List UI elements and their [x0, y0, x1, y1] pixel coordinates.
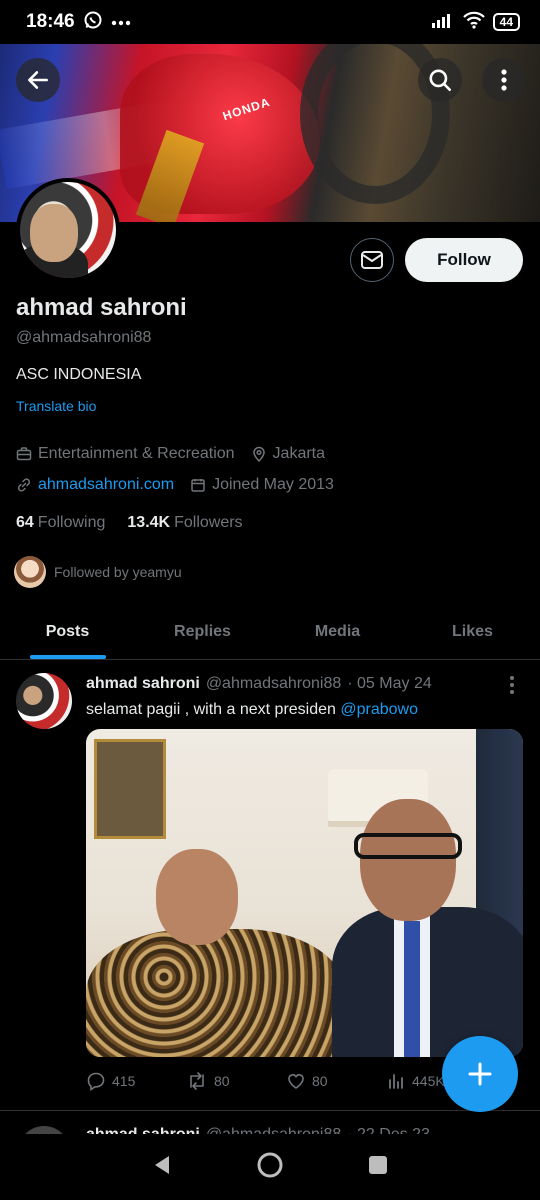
translate-bio-link[interactable]: Translate bio: [16, 398, 96, 414]
circle-home-icon: [257, 1152, 283, 1177]
avatar-face: [30, 204, 78, 262]
reply-count: 415: [112, 1073, 136, 1089]
message-button[interactable]: [350, 238, 394, 282]
location-item: Jakarta: [251, 445, 325, 463]
profile-name: ahmad sahroni: [16, 294, 187, 321]
tab-media[interactable]: Media: [270, 604, 405, 659]
profile-tabs: Posts Replies Media Likes: [0, 604, 540, 660]
person-left-batik: [86, 929, 346, 1057]
profile-bio: ASC INDONESIA: [16, 366, 142, 383]
wifi-icon: [462, 11, 485, 34]
search-icon: [429, 69, 452, 92]
post-mention-link[interactable]: @prabowo: [340, 701, 418, 718]
photo-wall-frame: [94, 739, 166, 839]
category-label: Entertainment & Recreation: [38, 445, 235, 462]
repost-button[interactable]: 80: [186, 1071, 286, 1091]
person-left-head: [156, 849, 238, 945]
tab-likes[interactable]: Likes: [405, 604, 540, 659]
followers-count: 13.4K: [127, 514, 171, 531]
like-button[interactable]: 80: [286, 1071, 386, 1091]
location-pin-icon: [252, 446, 265, 462]
reply-icon: [87, 1072, 105, 1091]
search-button[interactable]: [418, 58, 462, 102]
battery-indicator: 44: [492, 13, 520, 31]
more-notifications-icon: [111, 13, 131, 31]
post-more-button[interactable]: [504, 675, 520, 695]
views-bar-chart-icon: [389, 1074, 403, 1089]
website-link[interactable]: ahmadsahroni.com: [38, 476, 174, 494]
post-author-avatar[interactable]: [16, 673, 72, 729]
following-label: Following: [37, 514, 106, 531]
follow-button[interactable]: Follow: [405, 238, 523, 282]
followed-by[interactable]: Followed by yeamyu: [14, 556, 182, 588]
joined-item: Joined May 2013: [190, 476, 334, 494]
signal-icon: [431, 12, 455, 33]
link-icon: [17, 478, 31, 492]
location-label: Jakarta: [272, 445, 326, 462]
following-count: 64: [16, 514, 34, 531]
reply-button[interactable]: 415: [86, 1071, 186, 1091]
tab-replies[interactable]: Replies: [135, 604, 270, 659]
post-header: ahmad sahroni @ahmadsahroni88 · 05 May 2…: [86, 675, 432, 693]
joined-label: Joined May 2013: [212, 476, 334, 493]
person-right-head: [360, 799, 456, 921]
follower-avatar: [14, 556, 46, 588]
heart-icon: [288, 1074, 304, 1089]
category-item: Entertainment & Recreation: [16, 445, 235, 463]
photo-person-left: [86, 849, 356, 1057]
post-text-body: selamat pagii , with a next presiden: [86, 701, 341, 718]
post-author-name[interactable]: ahmad sahroni: [86, 675, 200, 693]
nav-back-button[interactable]: [151, 1154, 173, 1181]
nav-recents-button[interactable]: [367, 1154, 389, 1181]
plus-icon: [468, 1062, 492, 1086]
person-right-glasses: [354, 833, 462, 859]
whatsapp-icon: [83, 10, 103, 35]
website-item[interactable]: ahmadsahroni.com: [16, 476, 174, 494]
status-time: 18:46: [26, 11, 75, 32]
profile-meta-row-2: ahmadsahroni.com Joined May 2013: [16, 476, 344, 494]
followers-label: Followers: [174, 514, 243, 531]
tab-posts[interactable]: Posts: [0, 604, 135, 659]
envelope-icon: [361, 251, 383, 269]
vertical-dots-icon: [510, 676, 514, 694]
post-image[interactable]: [86, 729, 523, 1057]
post-text: selamat pagii , with a next presiden @pr…: [86, 701, 418, 719]
more-options-button[interactable]: [482, 58, 526, 102]
post-date: · 05 May 24: [347, 675, 432, 692]
system-navigation-bar: [0, 1134, 540, 1200]
nav-home-button[interactable]: [256, 1151, 284, 1184]
square-recents-icon: [368, 1155, 387, 1174]
calendar-icon: [191, 479, 205, 492]
views-count: 445K: [412, 1073, 445, 1089]
briefcase-icon: [16, 447, 32, 461]
person-right-tie: [404, 921, 420, 1057]
like-count: 80: [312, 1073, 328, 1089]
back-button[interactable]: [16, 58, 60, 102]
repost-count: 80: [214, 1073, 230, 1089]
followed-by-text: Followed by yeamyu: [54, 564, 182, 580]
following-count-link[interactable]: 64 Following: [16, 514, 105, 532]
post-author-handle: @ahmadsahroni88: [205, 675, 342, 692]
repost-icon: [190, 1072, 204, 1090]
profile-avatar[interactable]: [16, 178, 120, 282]
follow-counts: 64 Following 13.4K Followers: [16, 514, 243, 532]
triangle-back-icon: [155, 1155, 170, 1174]
profile-meta-row-1: Entertainment & Recreation Jakarta: [16, 445, 335, 463]
arrow-left-icon: [28, 71, 48, 89]
status-bar: 18:46 44: [0, 0, 540, 44]
compose-post-button[interactable]: [442, 1036, 518, 1112]
profile-handle: @ahmadsahroni88: [16, 329, 152, 346]
photo-person-right: [332, 799, 523, 1057]
vertical-dots-icon: [501, 69, 507, 91]
followers-count-link[interactable]: 13.4K Followers: [127, 514, 242, 532]
